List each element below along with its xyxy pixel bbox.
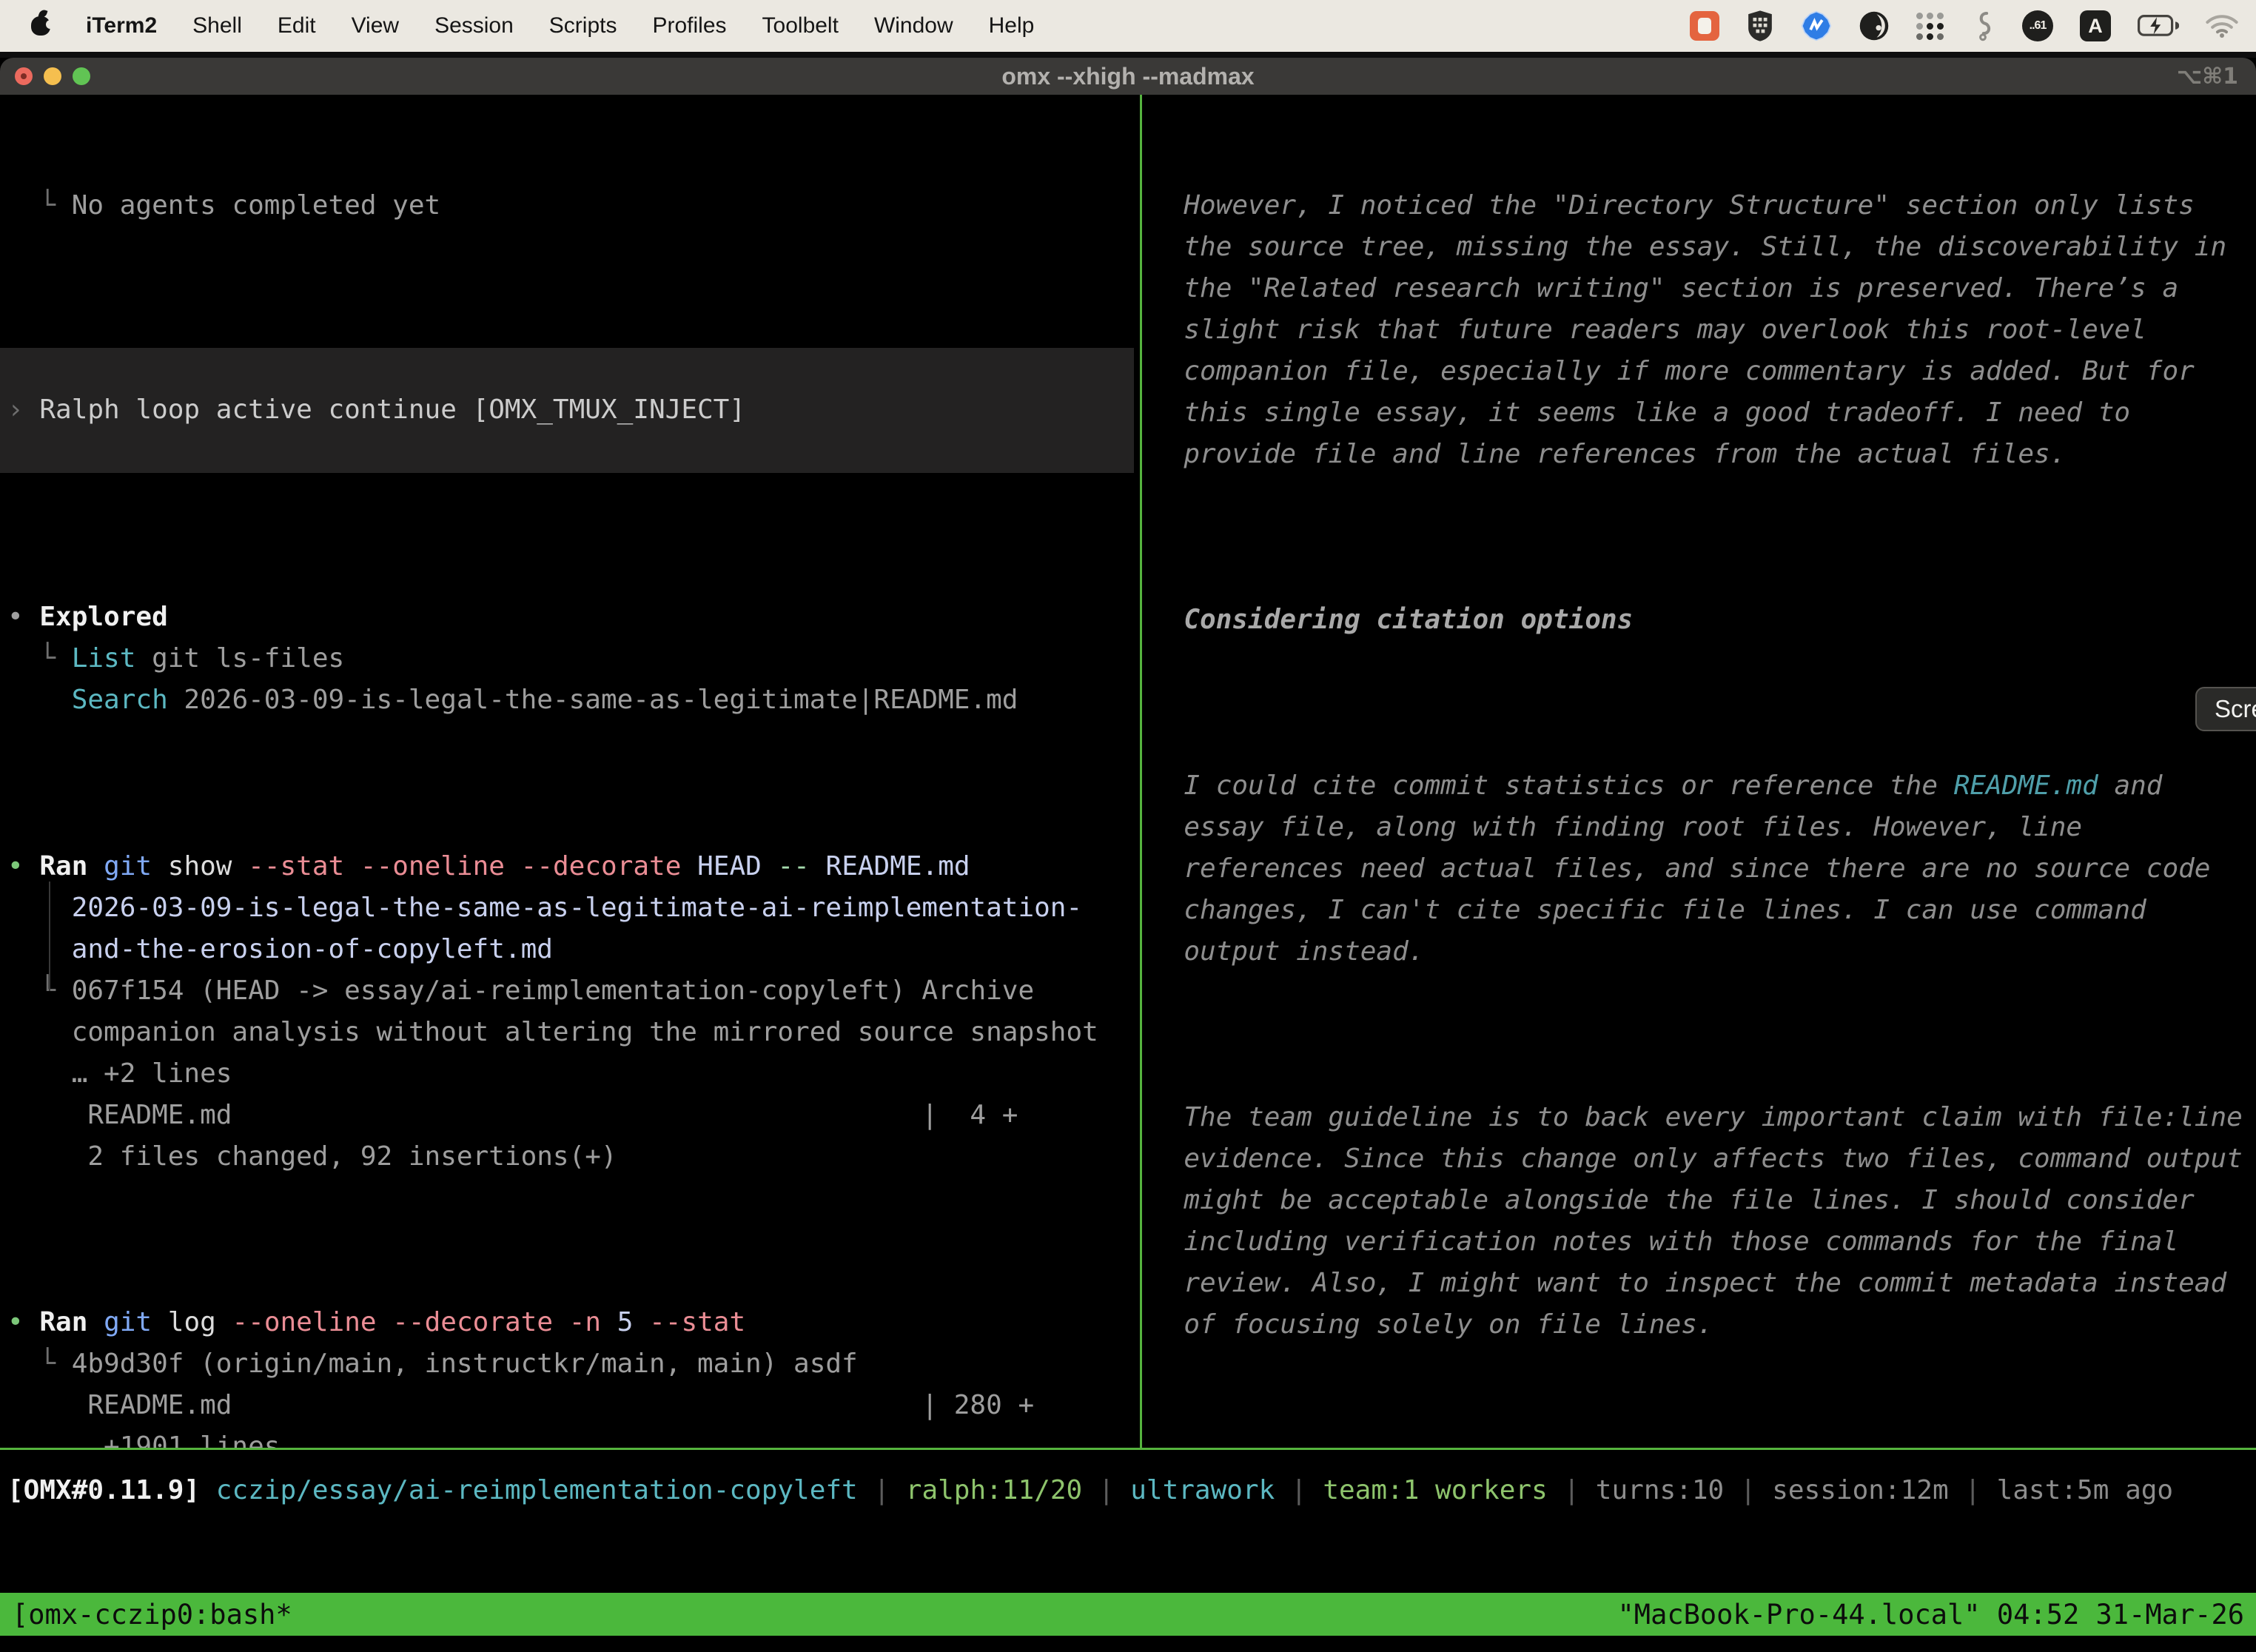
- terminal-line: • Explored: [0, 597, 1140, 638]
- terminal-line: essay file, along with finding root file…: [1144, 807, 2256, 848]
- terminal-panes: └ No agents completed yet › Ralph loop a…: [0, 95, 2256, 1448]
- terminal-line: I could cite commit statistics or refere…: [1144, 765, 2256, 807]
- terminal-line: 2 files changed, 92 insertions(+): [0, 1136, 1140, 1178]
- explored-section: • Explored └ List git ls-files Search 20…: [0, 597, 1140, 721]
- input-source-icon[interactable]: A: [2080, 10, 2111, 41]
- menu-item-scripts[interactable]: Scripts: [549, 13, 617, 38]
- git-log-section: • Ran git log --oneline --decorate -n 5 …: [0, 1302, 1140, 1448]
- terminal-line: including verification notes with those …: [1144, 1221, 2256, 1263]
- reasoning-heading: Considering citation options: [1144, 600, 2256, 641]
- terminal-line: the "Related research writing" section i…: [1144, 268, 2256, 309]
- screenshot-notification[interactable]: Scre: [2195, 687, 2256, 731]
- menu-item-window[interactable]: Window: [874, 13, 953, 38]
- loop-blue-icon[interactable]: [1801, 10, 1832, 41]
- terminal-line: 2026-03-09-is-legal-the-same-as-legitima…: [0, 887, 1140, 929]
- terminal-line: Considering citation options: [1144, 600, 2256, 641]
- window-bottom-edge: [0, 1636, 2256, 1652]
- terminal-line: this single essay, it seems like a good …: [1144, 392, 2256, 434]
- pane-divider[interactable]: [1140, 95, 1142, 1448]
- menu-item-shell[interactable]: Shell: [192, 13, 242, 38]
- apple-menu-icon[interactable]: [31, 16, 50, 36]
- terminal-line: references need actual files, and since …: [1144, 848, 2256, 890]
- minimize-button[interactable]: [44, 67, 61, 85]
- reasoning-paragraph-2: I could cite commit statistics or refere…: [1144, 765, 2256, 973]
- close-button[interactable]: [15, 67, 33, 85]
- git-show-section: • Ran git show --stat --oneline --decora…: [0, 846, 1140, 1178]
- menu-items: iTerm2 Shell Edit View Session Scripts Profile…: [86, 13, 1034, 38]
- terminal-line: changes, I can't cite specific file line…: [1144, 890, 2256, 931]
- desktop-gap: [0, 52, 2256, 58]
- menubar-status-icons: ..61 A: [1690, 9, 2238, 43]
- kaleidoscope-icon[interactable]: [1859, 10, 1890, 41]
- menu-item-session[interactable]: Session: [434, 13, 514, 38]
- terminal-pane-right[interactable]: However, I noticed the "Directory Struct…: [1144, 95, 2256, 1448]
- terminal-line: companion analysis without altering the …: [0, 1012, 1140, 1053]
- dots-grid-icon[interactable]: [1916, 13, 1944, 40]
- terminal-line: companion file, especially if more comme…: [1144, 351, 2256, 392]
- terminal-line: provide file and line references from th…: [1144, 434, 2256, 475]
- menu-item-iterm2[interactable]: iTerm2: [86, 13, 157, 38]
- terminal-line: └ No agents completed yet: [0, 185, 1140, 226]
- traffic-lights: [15, 67, 90, 85]
- menu-item-view[interactable]: View: [352, 13, 399, 38]
- terminal-line: README.md | 280 +: [0, 1385, 1140, 1426]
- terminal-line: • Ran git log --oneline --decorate -n 5 …: [0, 1302, 1140, 1343]
- battery-61-icon[interactable]: ..61: [2022, 10, 2053, 41]
- shield-grid-icon[interactable]: [1746, 9, 1774, 43]
- terminal-line: and-the-erosion-of-copyleft.md: [0, 929, 1140, 970]
- reasoning-paragraph-1: However, I noticed the "Directory Struct…: [1144, 185, 2256, 475]
- reasoning-paragraph-3: The team guideline is to back every impo…: [1144, 1097, 2256, 1346]
- zoom-button[interactable]: [73, 67, 90, 85]
- terminal-line: … +1901 lines: [0, 1426, 1140, 1448]
- terminal-line: README.md | 4 +: [0, 1095, 1140, 1136]
- terminal-line: of focusing solely on file lines.: [1144, 1304, 2256, 1346]
- terminal-line: slight risk that future readers may over…: [1144, 309, 2256, 351]
- tmux-host-clock: "MacBook-Pro-44.local" 04:52 31-Mar-26: [1618, 1599, 2244, 1631]
- screen-recording-inner: [1698, 18, 1711, 34]
- omx-status-line: [OMX#0.11.9] cczip/essay/ai-reimplementa…: [0, 1450, 2256, 1593]
- tmux-status-bar: [omx-cczip0:bash* "MacBook-Pro-44.local"…: [0, 1593, 2256, 1636]
- tmux-session-label: [omx-cczip0:bash*: [12, 1599, 292, 1631]
- terminal-line: However, I noticed the "Directory Struct…: [1144, 185, 2256, 226]
- terminal-line: └ List git ls-files: [0, 638, 1140, 679]
- battery-charging-icon[interactable]: [2138, 15, 2179, 37]
- menu-item-profiles[interactable]: Profiles: [652, 13, 726, 38]
- terminal-line: the source tree, missing the essay. Stil…: [1144, 226, 2256, 268]
- terminal-line: └ 067f154 (HEAD -> essay/ai-reimplementa…: [0, 970, 1140, 1012]
- screen-recording-icon[interactable]: [1690, 11, 1719, 41]
- terminal-line: Search 2026-03-09-is-legal-the-same-as-l…: [0, 679, 1140, 721]
- agents-summary-line: └ No agents completed yet: [0, 185, 1140, 226]
- wifi-icon[interactable]: [2206, 13, 2238, 38]
- terminal-line: evidence. Since this change only affects…: [1144, 1138, 2256, 1180]
- window-title: omx --xhigh --madmax: [1001, 63, 1254, 90]
- menu-item-toolbelt[interactable]: Toolbelt: [762, 13, 839, 38]
- menubar: iTerm2 Shell Edit View Session Scripts Profile…: [0, 0, 2256, 52]
- terminal-line: The team guideline is to back every impo…: [1144, 1097, 2256, 1138]
- window-titlebar: omx --xhigh --madmax ⌥⌘1: [0, 58, 2256, 95]
- menu-item-edit[interactable]: Edit: [278, 13, 316, 38]
- terminal-line: … +2 lines: [0, 1053, 1140, 1095]
- squiggle-icon[interactable]: [1970, 10, 1995, 41]
- terminal-line: └ 4b9d30f (origin/main, instructkr/main,…: [0, 1343, 1140, 1385]
- menu-item-help[interactable]: Help: [989, 13, 1035, 38]
- terminal-line: output instead.: [1144, 931, 2256, 973]
- ralph-loop-banner: › Ralph loop active continue [OMX_TMUX_I…: [0, 348, 1134, 473]
- tmux-shortcut-hint: ⌥⌘1: [2177, 64, 2238, 90]
- terminal-line: [OMX#0.11.9] cczip/essay/ai-reimplementa…: [0, 1470, 2256, 1511]
- terminal-line: might be acceptable alongside the file l…: [1144, 1180, 2256, 1221]
- terminal-line: • Ran git show --stat --oneline --decora…: [0, 846, 1140, 887]
- terminal-pane-left[interactable]: └ No agents completed yet › Ralph loop a…: [0, 95, 1140, 1448]
- screenshot-notification-label: Scre: [2215, 695, 2256, 723]
- terminal-line: › Ralph loop active continue [OMX_TMUX_I…: [0, 389, 1134, 431]
- terminal-line: review. Also, I might want to inspect th…: [1144, 1263, 2256, 1304]
